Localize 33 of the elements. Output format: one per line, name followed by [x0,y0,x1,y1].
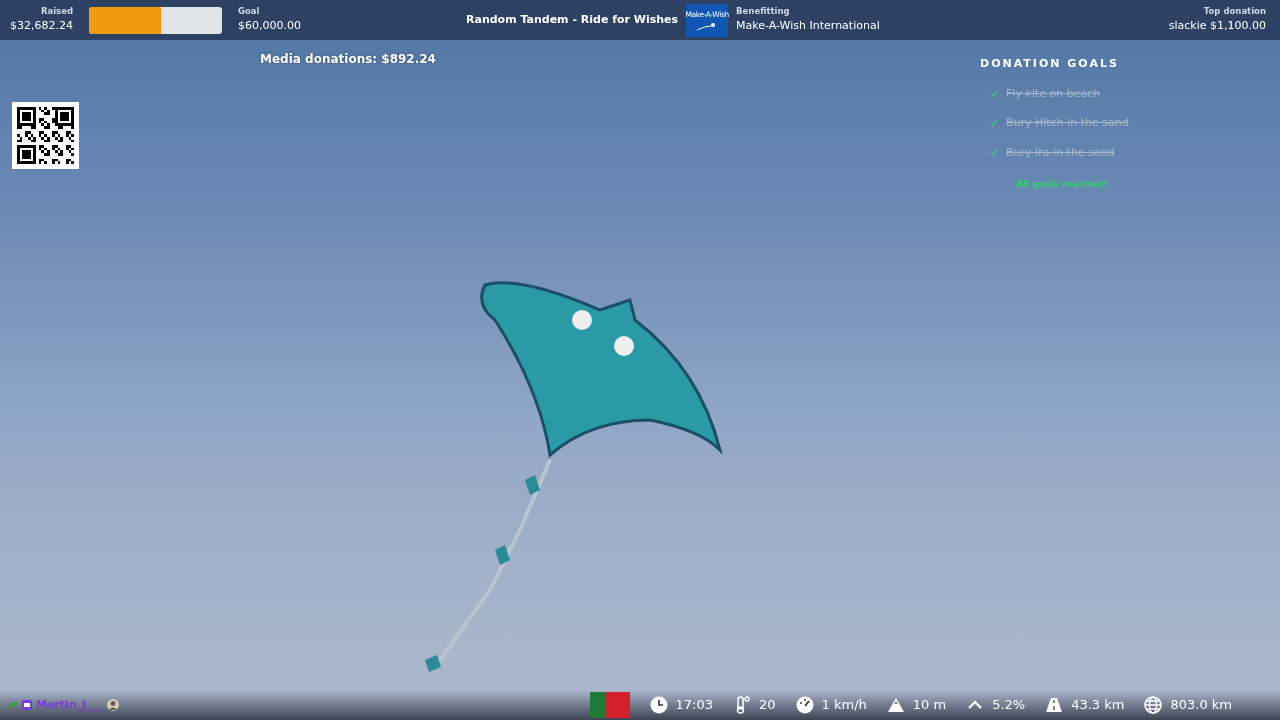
goal-label: Goal [238,5,261,19]
goal-text: Fly kite on beach [1006,85,1101,102]
media-donations-text: Media donations: $892.24 [260,51,436,68]
leaf-icon [8,701,18,709]
raised-amount: $32,682.24 [9,18,73,35]
chat-username: Martin_J___ [36,696,103,713]
stat-value: 5.2% [992,696,1026,715]
stat-value: 803.0 km [1170,696,1232,715]
stat-value: 10 m [912,696,947,715]
top-donation-value: slackie $1,100.00 [1168,18,1266,35]
charity-name: Make-A-Wish International [736,18,880,35]
stat-value: 1 km/h [821,696,867,715]
video-icon [22,700,32,710]
goal-amount: $60,000.00 [238,18,301,35]
road-icon [1045,696,1064,714]
raised-label: Raised [39,5,73,19]
stat-value: 20 [759,696,776,715]
speedometer-icon [795,696,814,714]
qr-code-icon [12,102,79,169]
globe-icon [1144,696,1163,714]
mountain-icon [886,696,905,714]
stat-value: 43.3 km [1071,696,1125,715]
donation-goals-title: DONATION GOALS [980,56,1120,72]
clock-icon [649,696,668,714]
goal-text: Bury Hitch in the sand [1006,115,1129,131]
top-donation-label: Top donation [1202,5,1266,19]
avatar-icon [106,699,119,711]
benefitting-label: Benefitting [736,5,791,19]
stat-value: 17:03 [675,696,714,715]
flag-icon [589,692,630,718]
goals-status-text: All goals reached! [1016,178,1109,191]
campaign-title: Random Tandem - Ride for Wishes [466,11,679,28]
goal-text: Bury Ira in the sand [1006,144,1115,161]
